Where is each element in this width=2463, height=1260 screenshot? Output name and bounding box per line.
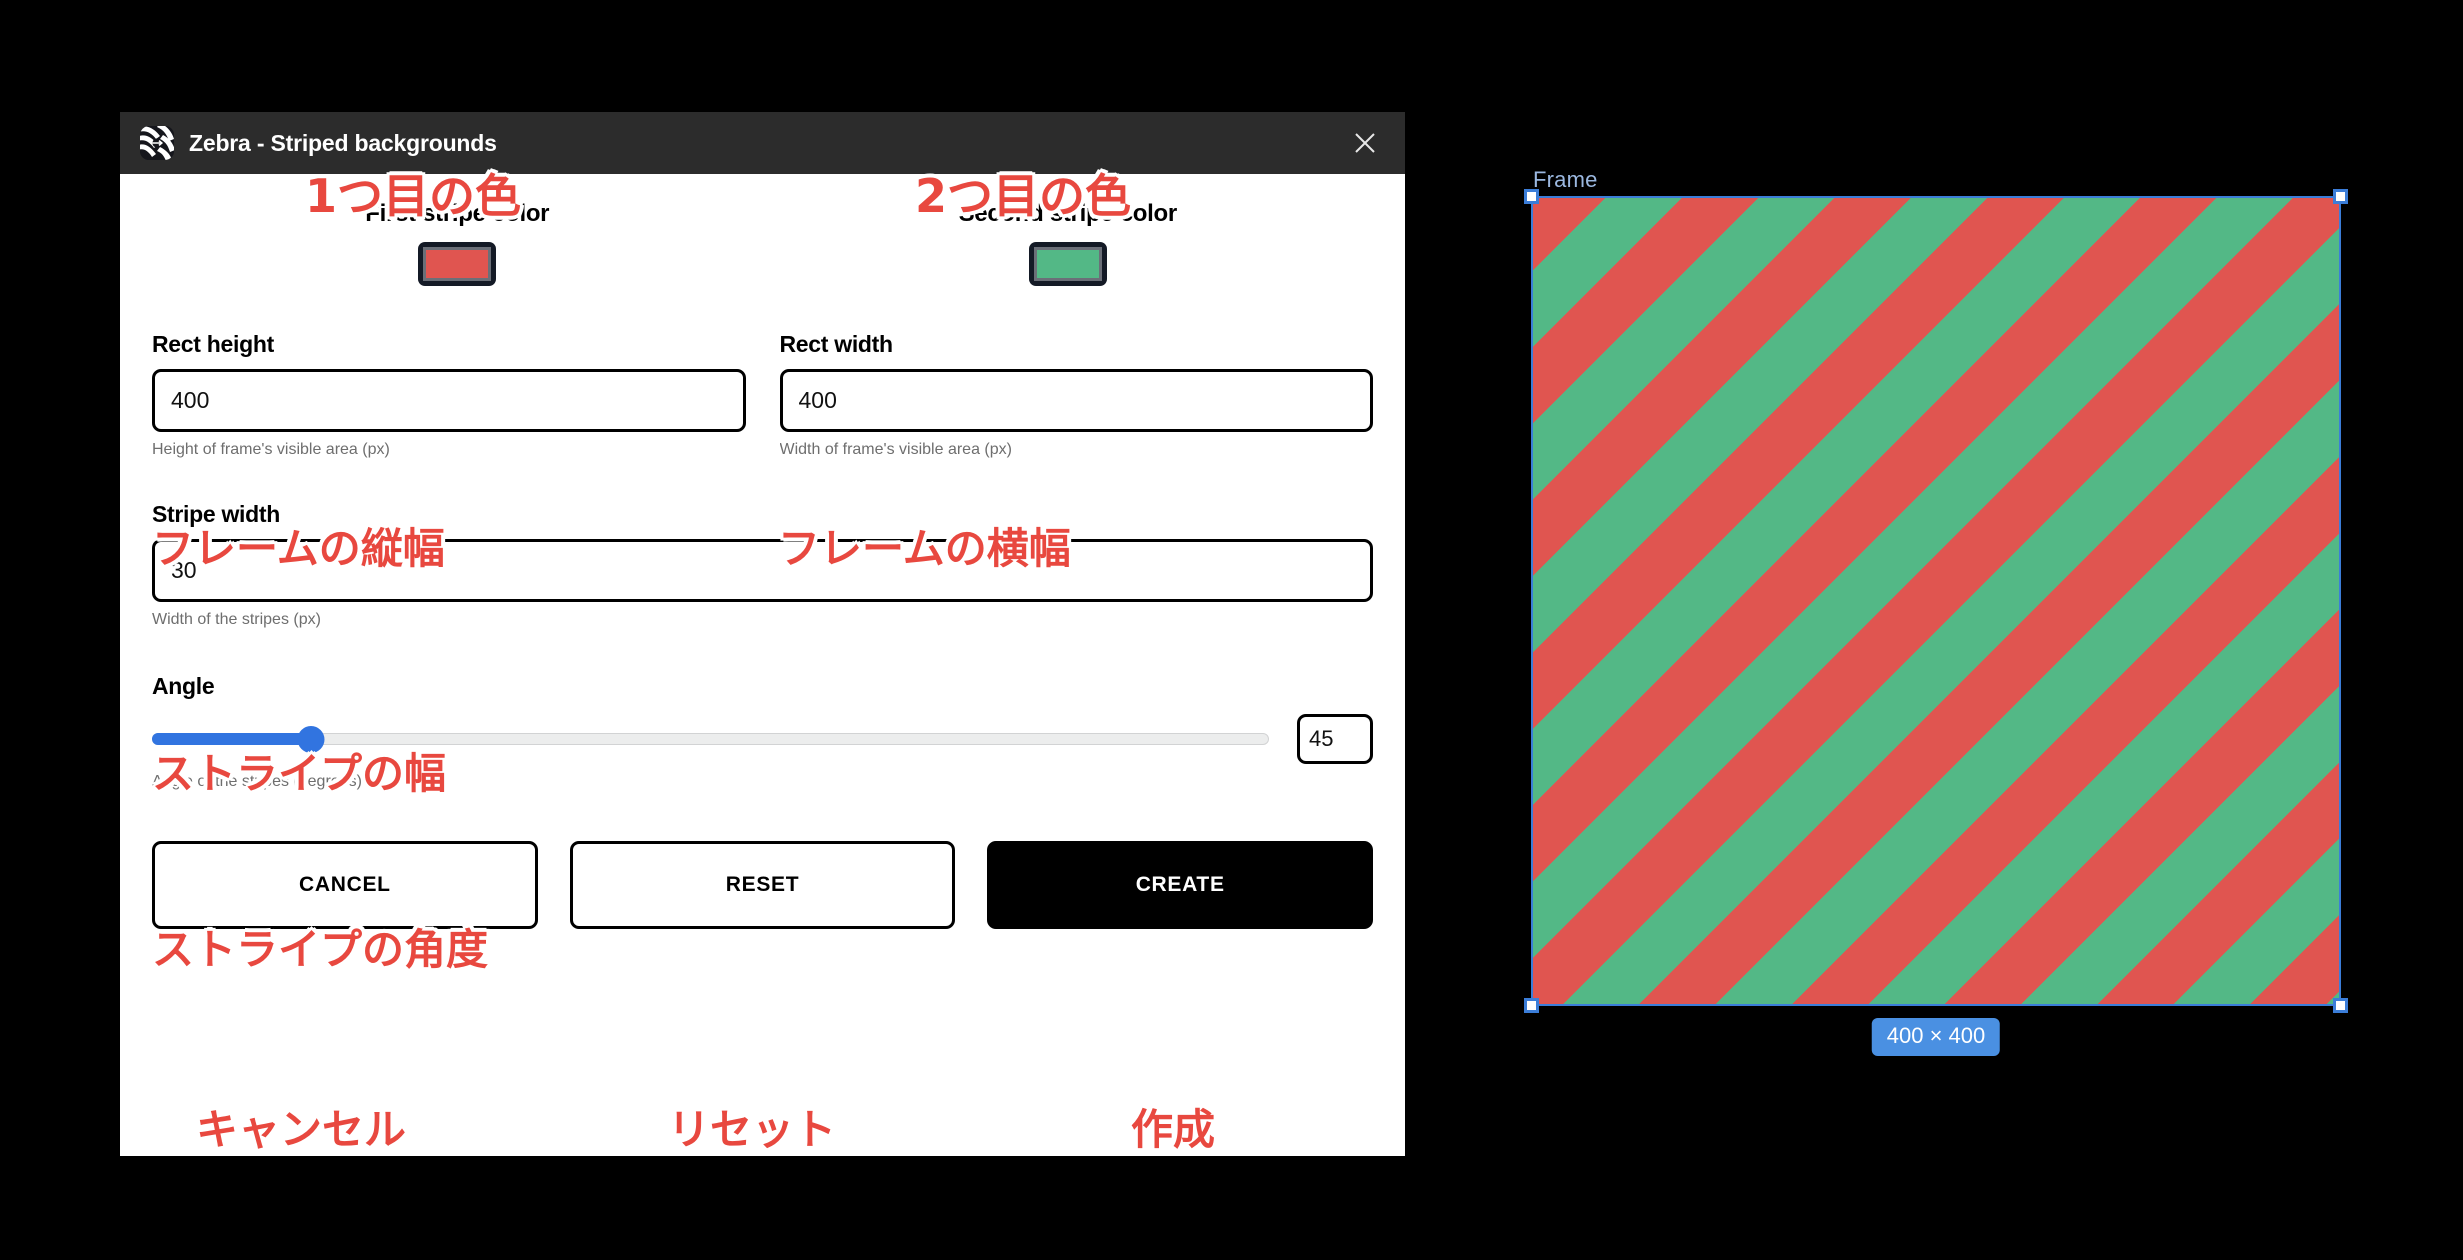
resize-handle-top-left[interactable]: [1524, 189, 1539, 204]
angle-slider[interactable]: [152, 725, 1269, 753]
size-badge: 400 × 400: [1871, 1018, 2001, 1056]
first-stripe-color-swatch[interactable]: [418, 242, 497, 286]
angle-slider-row: [152, 714, 1373, 764]
dialog-body: First stripe color Second stripe color R…: [120, 174, 1405, 1156]
stripe-width-label: Stripe width: [152, 501, 281, 527]
stripe-width-hint: Width of the stripes (px): [152, 611, 321, 628]
stripe-width-input[interactable]: [152, 539, 1373, 602]
frame-name-label[interactable]: Frame: [1533, 167, 1598, 193]
first-swatch-fill: [426, 250, 489, 278]
second-swatch-inner-border: [1033, 247, 1102, 281]
angle-label: Angle: [152, 673, 215, 699]
stripe-colors-row: First stripe color Second stripe color: [152, 174, 1373, 291]
first-stripe-color-group: First stripe color: [152, 200, 763, 291]
angle-slider-thumb[interactable]: [297, 725, 325, 753]
rect-width-hint: Width of frame's visible area (px): [779, 441, 1012, 458]
rect-height-hint: Height of frame's visible area (px): [152, 441, 390, 458]
angle-hint: Angle of the stripes (degrees): [152, 773, 362, 790]
frame-selection-outline: [1524, 189, 2348, 1013]
rect-height-input[interactable]: [152, 369, 746, 432]
stripe-width-group: Stripe width Width of the stripes (px): [152, 501, 1373, 629]
resize-handle-top-right[interactable]: [2333, 189, 2348, 204]
canvas-preview: Frame 400 × 400: [1524, 167, 2348, 1056]
close-icon[interactable]: [1347, 125, 1383, 161]
angle-group: Angle Angle of the stripes (degrees): [152, 673, 1373, 791]
zebra-stripes-icon: [140, 126, 174, 160]
create-button[interactable]: CREATE: [987, 841, 1374, 929]
resize-handle-bottom-left[interactable]: [1524, 998, 1539, 1013]
reset-button[interactable]: RESET: [569, 841, 956, 929]
angle-number-input[interactable]: [1297, 714, 1373, 764]
dialog-actions: CANCEL RESET CREATE: [152, 841, 1374, 929]
dialog-titlebar: Zebra - Striped backgrounds: [120, 112, 1405, 174]
rect-height-group: Rect height Height of frame's visible ar…: [152, 331, 746, 459]
rect-size-row: Rect height Height of frame's visible ar…: [152, 331, 1373, 459]
rect-width-label: Rect width: [779, 331, 894, 357]
cancel-button[interactable]: CANCEL: [152, 841, 538, 929]
first-swatch-inner-border: [423, 247, 492, 281]
second-swatch-fill: [1036, 250, 1099, 278]
rect-width-group: Rect width Width of frame's visible area…: [779, 331, 1373, 459]
rect-height-label: Rect height: [152, 331, 274, 357]
plugin-dialog: Zebra - Striped backgrounds First stripe…: [120, 112, 1405, 1156]
first-stripe-color-label: First stripe color: [365, 200, 550, 227]
dialog-title: Zebra - Striped backgrounds: [189, 129, 497, 156]
second-stripe-color-swatch[interactable]: [1028, 242, 1107, 286]
second-stripe-color-group: Second stripe color: [763, 200, 1374, 291]
rect-width-input[interactable]: [779, 369, 1373, 432]
angle-slider-fill: [152, 733, 311, 745]
second-stripe-color-label: Second stripe color: [958, 200, 1178, 227]
resize-handle-bottom-right[interactable]: [2333, 998, 2348, 1013]
